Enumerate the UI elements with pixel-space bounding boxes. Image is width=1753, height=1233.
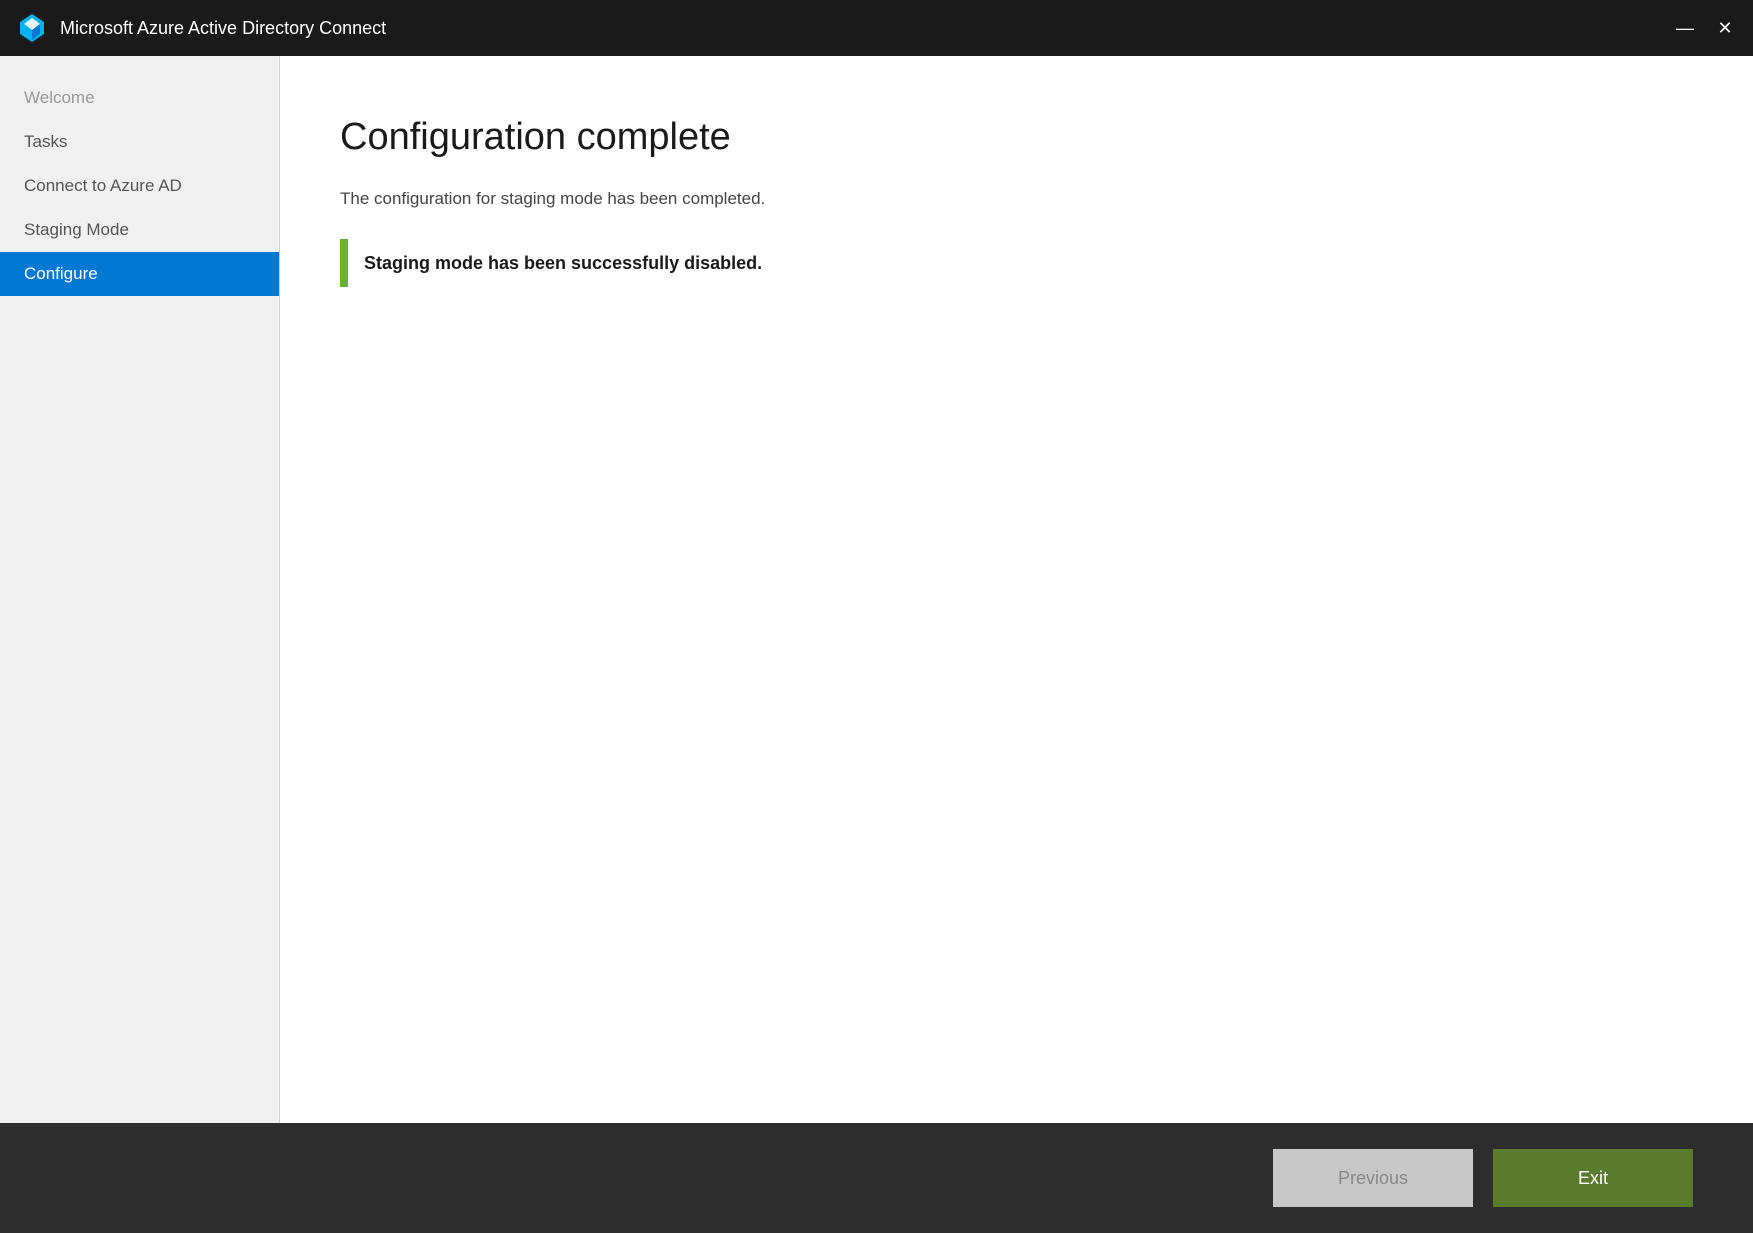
app-logo: [16, 12, 48, 44]
minimize-button[interactable]: —: [1673, 16, 1697, 40]
sidebar-item-tasks[interactable]: Tasks: [0, 120, 279, 164]
title-bar: Microsoft Azure Active Directory Connect…: [0, 0, 1753, 56]
success-message: Staging mode has been successfully disab…: [364, 253, 762, 274]
success-bar-indicator: [340, 239, 348, 287]
content-area: Configuration complete The configuration…: [280, 56, 1753, 1123]
window-title: Microsoft Azure Active Directory Connect: [60, 18, 1673, 39]
sidebar-item-configure[interactable]: Configure: [0, 252, 279, 296]
success-banner: Staging mode has been successfully disab…: [340, 239, 1693, 287]
sidebar-item-connect-azure-ad[interactable]: Connect to Azure AD: [0, 164, 279, 208]
footer: Previous Exit: [0, 1123, 1753, 1233]
sidebar-item-welcome[interactable]: Welcome: [0, 76, 279, 120]
description-text: The configuration for staging mode has b…: [340, 189, 1693, 209]
window-controls: — ✕: [1673, 16, 1737, 40]
exit-button[interactable]: Exit: [1493, 1149, 1693, 1207]
close-button[interactable]: ✕: [1713, 16, 1737, 40]
main-area: Welcome Tasks Connect to Azure AD Stagin…: [0, 56, 1753, 1123]
previous-button[interactable]: Previous: [1273, 1149, 1473, 1207]
page-title: Configuration complete: [340, 116, 1693, 159]
sidebar-item-staging-mode[interactable]: Staging Mode: [0, 208, 279, 252]
sidebar: Welcome Tasks Connect to Azure AD Stagin…: [0, 56, 280, 1123]
